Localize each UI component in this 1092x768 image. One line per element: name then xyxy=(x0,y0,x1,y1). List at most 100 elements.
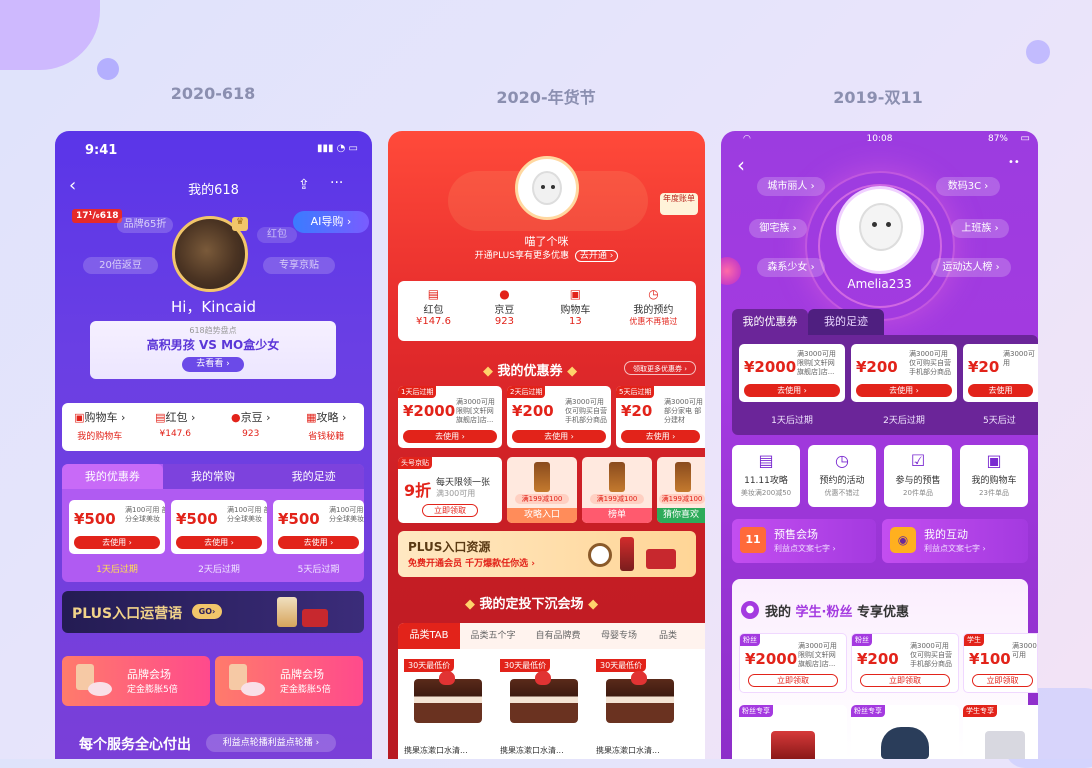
product-card[interactable]: 满199减100 榜单 xyxy=(582,457,652,523)
tab-category[interactable]: 自有品牌费 xyxy=(526,623,590,649)
coupon-card[interactable]: ¥500 满100可用 部分全球美妆 去使用 › xyxy=(171,500,267,554)
tab-category[interactable]: 品类 xyxy=(648,623,688,649)
coupon-use-button[interactable]: 去使用 › xyxy=(403,430,497,443)
tag-otaku[interactable]: 御宅族 › xyxy=(749,219,807,238)
status-time: 9:41 xyxy=(85,143,118,158)
tab-my-coupons[interactable]: 我的优惠券 xyxy=(62,464,163,489)
coupon-flag: 2天后过期 xyxy=(507,386,546,398)
coupon-card[interactable]: ¥500 满100可用 部分全球美妆 去使用 › xyxy=(69,500,165,554)
coupon-use-button[interactable]: 去使用 › xyxy=(621,430,700,443)
goods-card[interactable]: 30天最低价 携果冻漱口水清... xyxy=(596,659,684,759)
coupon-card[interactable]: ¥2000 满3000可用 限购[文轩网 旗舰店]店... 去使用 › xyxy=(739,344,845,402)
wide-card[interactable]: 11 预售会场 利益点文案七字 › xyxy=(732,519,876,563)
more-icon[interactable]: ··· xyxy=(330,175,343,191)
banner-card[interactable]: 618趋势盘点 高积男孩 VS MO盒少女 去看看 › xyxy=(90,321,336,379)
stat-cart[interactable]: ▣ 购物车 13 xyxy=(540,281,611,341)
mascot-avatar[interactable] xyxy=(836,186,924,274)
more-coupons-link[interactable]: 领取更多优惠券 › xyxy=(624,361,696,375)
grid-item[interactable]: ▣ 我的购物车 23件单品 xyxy=(960,445,1028,507)
exclusive-coupon[interactable]: 粉丝 ¥200 满3000可用 仅可购买自营 手机部分商品 立即领取 xyxy=(851,633,959,693)
coupon-use-button[interactable]: 去使用 › xyxy=(512,430,606,443)
coupon-use-button[interactable]: 去使用 xyxy=(968,384,1033,397)
product-card[interactable]: 满199减100 攻略入口 xyxy=(507,457,577,523)
coupon-amount: ¥2000 xyxy=(744,358,797,376)
coupon-card[interactable]: 2天后过期 ¥200 满3000可用 仅可购买自营 手机部分商品 去使用 › xyxy=(507,386,611,448)
decor-dot xyxy=(1026,40,1050,64)
coupon-card[interactable]: 5天后过期 ¥20 满3000可用 部分家电 部分建材 去使用 › xyxy=(616,386,705,448)
stat-bean[interactable]: ● 京豆 923 xyxy=(469,281,540,341)
brand-title: 品牌会场 xyxy=(280,668,324,681)
tab-category[interactable]: 母婴专场 xyxy=(590,623,648,649)
promo-card[interactable]: 头号京贴 9折 每天限领一张 满300可用 立即领取 xyxy=(398,457,502,523)
plus-banner[interactable]: PLUS入口运营语 GO› xyxy=(62,591,364,633)
shortcut-cart[interactable]: ▣购物车 › 我的购物车 xyxy=(62,403,138,451)
serum-image xyxy=(609,462,625,492)
wide-sub: 利益点文案七字 › xyxy=(774,544,836,553)
shortcut-guide[interactable]: ▦攻略 › 省钱秘籍 xyxy=(289,403,365,451)
exclusive-coupon[interactable]: 粉丝 ¥2000 满3000可用 限购[文轩网 旗舰店]店... 立即领取 xyxy=(739,633,847,693)
claim-button[interactable]: 立即领取 xyxy=(748,674,838,687)
year-bill-badge[interactable]: 年度账单 xyxy=(660,193,698,215)
claim-button[interactable]: 立即领取 xyxy=(972,674,1033,687)
coupon-use-button[interactable]: 去使用 › xyxy=(744,384,840,397)
coupon-use-button[interactable]: 去使用 › xyxy=(856,384,952,397)
strawberry-image xyxy=(631,671,647,685)
plus-open-button[interactable]: 去开通 › xyxy=(574,250,619,262)
ai-guide-button[interactable]: AI导购 › xyxy=(293,211,369,233)
exclusive-post: 专享优惠 xyxy=(852,605,910,620)
tag-forest-girl[interactable]: 森系少女 › xyxy=(757,258,825,277)
goods-card[interactable]: 30天最低价 携果冻漱口水清... xyxy=(404,659,492,759)
tag-city-lady[interactable]: 城市丽人 › xyxy=(757,177,825,196)
coupon-card[interactable]: ¥500 满100可用 部分全球美妆 去使用 › xyxy=(273,500,364,554)
tag-sports[interactable]: 运动达人榜 › xyxy=(931,258,1011,277)
product-card[interactable]: 满199减100 猜你喜欢 xyxy=(657,457,705,523)
product-tile[interactable]: 学生专享 xyxy=(963,705,1038,759)
tab-my-footprint[interactable]: 我的足迹 xyxy=(808,309,884,335)
coupon-desc: 满100可用 部分全球美妆 xyxy=(227,506,267,523)
coupon-card[interactable]: ¥20 满3000可用 去使用 xyxy=(963,344,1038,402)
brand-sub: 定金膨胀5倍 xyxy=(280,685,331,695)
jar-image xyxy=(646,549,676,569)
banner-button[interactable]: 去看看 › xyxy=(182,357,244,372)
tab-my-frequent[interactable]: 我的常购 xyxy=(162,464,264,489)
wide-card[interactable]: ◉ 我的互动 利益点文案七字 › xyxy=(882,519,1028,563)
claim-button[interactable]: 立即领取 xyxy=(860,674,950,687)
stat-redpacket[interactable]: ▤ 红包 ¥147.6 xyxy=(398,281,469,341)
tag-digital[interactable]: 数码3C › xyxy=(936,177,1000,196)
share-icon[interactable]: ⇪ xyxy=(298,177,310,193)
tab-my-footprint[interactable]: 我的足迹 xyxy=(263,464,365,489)
brand-card[interactable]: 品牌会场 定金膨胀5倍 xyxy=(215,656,363,706)
brand-card[interactable]: 品牌会场 定金膨胀5倍 xyxy=(62,656,210,706)
promo-claim-button[interactable]: 立即领取 xyxy=(422,504,478,517)
more-icon[interactable]: •• xyxy=(1008,157,1020,168)
plus-resource-banner[interactable]: PLUS入口资源 免费开通会员 千万爆款任你选 › xyxy=(398,531,696,577)
plus-go-button[interactable]: GO› xyxy=(192,604,222,619)
goods-card[interactable]: 30天最低价 携果冻漱口水清... xyxy=(500,659,588,759)
mascot-avatar[interactable] xyxy=(515,156,579,220)
shortcut-redpacket[interactable]: ▤红包 › ¥147.6 xyxy=(138,403,214,451)
coupon-use-button[interactable]: 去使用 › xyxy=(278,536,359,549)
tab-my-coupons[interactable]: 我的优惠券 xyxy=(732,309,808,335)
product-label: 榜单 xyxy=(582,508,652,523)
coupon-desc: 满3000可用 仅可购买自营 手机部分商品 xyxy=(909,350,951,376)
benefit-tag[interactable]: 利益点轮播利益点轮播 › xyxy=(206,734,336,752)
grid-item[interactable]: ☑ 参与的预售 20件单品 xyxy=(884,445,952,507)
grid-item[interactable]: ▤ 11.11攻略 美妆满200减50 xyxy=(732,445,800,507)
coupon-card[interactable]: ¥200 满3000可用 仅可购买自营 手机部分商品 去使用 › xyxy=(851,344,957,402)
grid-title: 预约的活动 xyxy=(819,476,865,486)
coupon-use-button[interactable]: 去使用 › xyxy=(176,536,262,549)
tab-category[interactable]: 品类五个字 xyxy=(460,623,526,649)
plus-res-sub: 免费开通会员 千万爆款任你选 › xyxy=(408,559,535,569)
grid-item[interactable]: ◷ 预约的活动 优惠不错过 xyxy=(808,445,876,507)
exclusive-coupon[interactable]: 学生 ¥100 满3000可用 立即领取 xyxy=(963,633,1038,693)
coupon-card[interactable]: 1天后过期 ¥2000 满3000可用 限购[文轩网 旗舰店]店... 去使用 … xyxy=(398,386,502,448)
product-tile[interactable]: 粉丝专享 xyxy=(851,705,959,759)
product-tile[interactable]: 粉丝专享 xyxy=(739,705,847,759)
tab-category[interactable]: 品类TAB xyxy=(398,623,460,649)
shortcut-bean[interactable]: ●京豆 › 923 xyxy=(213,403,289,451)
tag-office[interactable]: 上班族 › xyxy=(951,219,1009,238)
coupon-use-button[interactable]: 去使用 › xyxy=(74,536,160,549)
stat-reservation[interactable]: ◷ 我的预约 优惠不再错过 xyxy=(611,281,696,341)
back-icon[interactable]: ‹ xyxy=(737,153,745,177)
section-title: 每个服务全心付出 xyxy=(79,737,191,753)
